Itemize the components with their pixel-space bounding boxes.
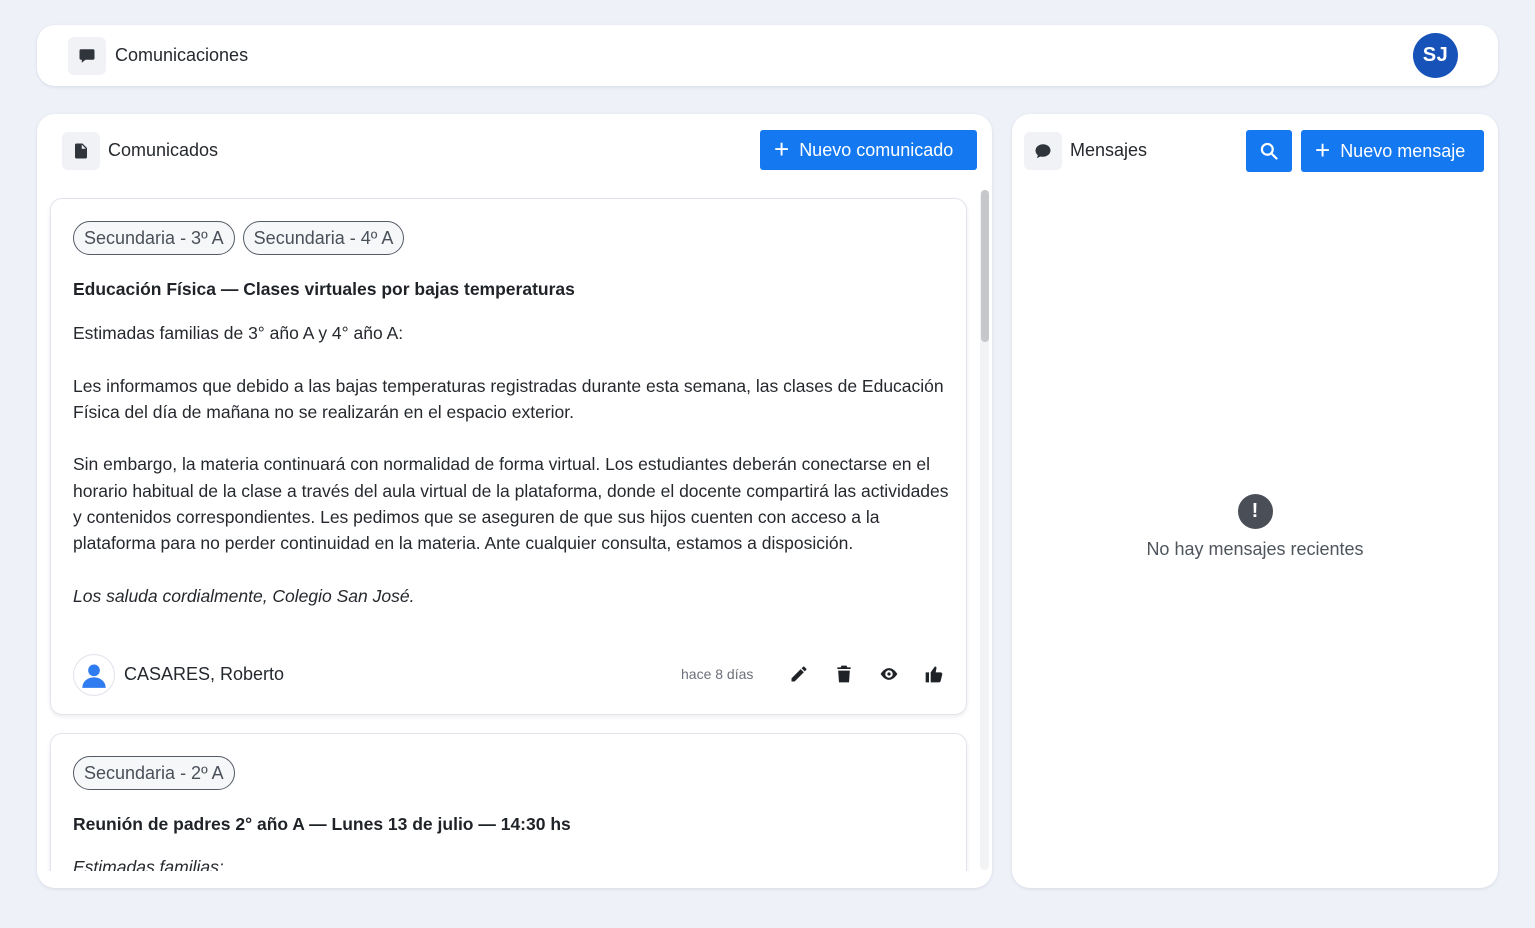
author-name: CASARES, Roberto [124, 664, 285, 684]
speech-bubble-icon [1024, 132, 1062, 170]
delete-button[interactable] [832, 662, 856, 686]
edit-button[interactable] [787, 662, 811, 686]
scrollbar[interactable] [980, 190, 989, 870]
course-tag: Secundaria - 4º A [242, 221, 405, 255]
thumbs-up-icon [925, 666, 943, 683]
scrollbar-thumb[interactable] [981, 190, 989, 342]
announcement-paragraph: Sin embargo, la materia continuará con n… [73, 454, 949, 554]
new-announcement-label: Nuevo comunicado [799, 139, 954, 160]
announcements-panel: Comunicados + Nuevo comunicado Secundari… [37, 114, 992, 888]
alert-icon: ! [1237, 494, 1273, 529]
announcement-footer: CASARES, Roberto hace 8 días [73, 654, 944, 696]
announcement-title: Reunión de padres 2° año A — Lunes 13 de… [73, 814, 571, 834]
plus-icon: + [774, 133, 790, 164]
post-timestamp: hace 8 días [681, 666, 754, 682]
like-button[interactable] [922, 662, 946, 686]
user-icon [82, 664, 106, 688]
announcement-tags: Secundaria - 2º A [73, 756, 235, 790]
eye-icon [880, 668, 898, 680]
user-avatar[interactable]: SJ [1413, 33, 1458, 78]
page-title: Comunicaciones [115, 45, 249, 65]
view-button[interactable] [877, 662, 901, 686]
course-tag: Secundaria - 3º A [73, 221, 235, 255]
new-announcement-button[interactable]: + Nuevo comunicado [760, 130, 977, 170]
empty-state: ! No hay mensajes recientes [1012, 494, 1498, 560]
announcement-card: Secundaria - 2º A Reunión de padres 2° a… [50, 733, 967, 871]
new-message-button[interactable]: + Nuevo mensaje [1301, 130, 1484, 172]
plus-icon: + [1315, 134, 1331, 165]
announcements-title: Comunicados [108, 140, 219, 160]
announcement-paragraph: Les informamos que debido a las bajas te… [73, 375, 944, 422]
course-tag: Secundaria - 2º A [73, 756, 235, 790]
pencil-icon [791, 666, 807, 682]
announcement-card: Secundaria - 3º A Secundaria - 4º A Educ… [50, 198, 967, 715]
author-avatar [73, 654, 115, 696]
announcement-title: Educación Física — Clases virtuales por … [73, 279, 575, 299]
announcement-paragraph: Estimadas familias de 3° año A y 4° año … [73, 323, 404, 343]
announcement-preview: Estimadas familias: [73, 857, 224, 871]
trash-icon [837, 665, 851, 683]
messages-panel: Mensajes + Nuevo mensaje ! No hay mensaj… [1012, 114, 1498, 888]
announcement-closing: Los saluda cordialmente, Colegio San Jos… [73, 585, 415, 606]
search-icon [1260, 142, 1278, 160]
announcement-actions [787, 662, 946, 686]
empty-state-text: No hay mensajes recientes [1146, 539, 1364, 559]
top-bar: Comunicaciones SJ [37, 25, 1498, 86]
announcement-tags: Secundaria - 3º A Secundaria - 4º A [73, 221, 405, 255]
new-message-label: Nuevo mensaje [1340, 140, 1466, 161]
search-button[interactable] [1246, 130, 1292, 172]
announcement-body: Estimadas familias de 3° año A y 4° año … [73, 320, 953, 609]
announcements-list[interactable]: Secundaria - 3º A Secundaria - 4º A Educ… [37, 186, 992, 871]
chat-bubble-icon [68, 37, 106, 75]
messages-title: Mensajes [1070, 140, 1148, 160]
document-icon [62, 132, 100, 170]
